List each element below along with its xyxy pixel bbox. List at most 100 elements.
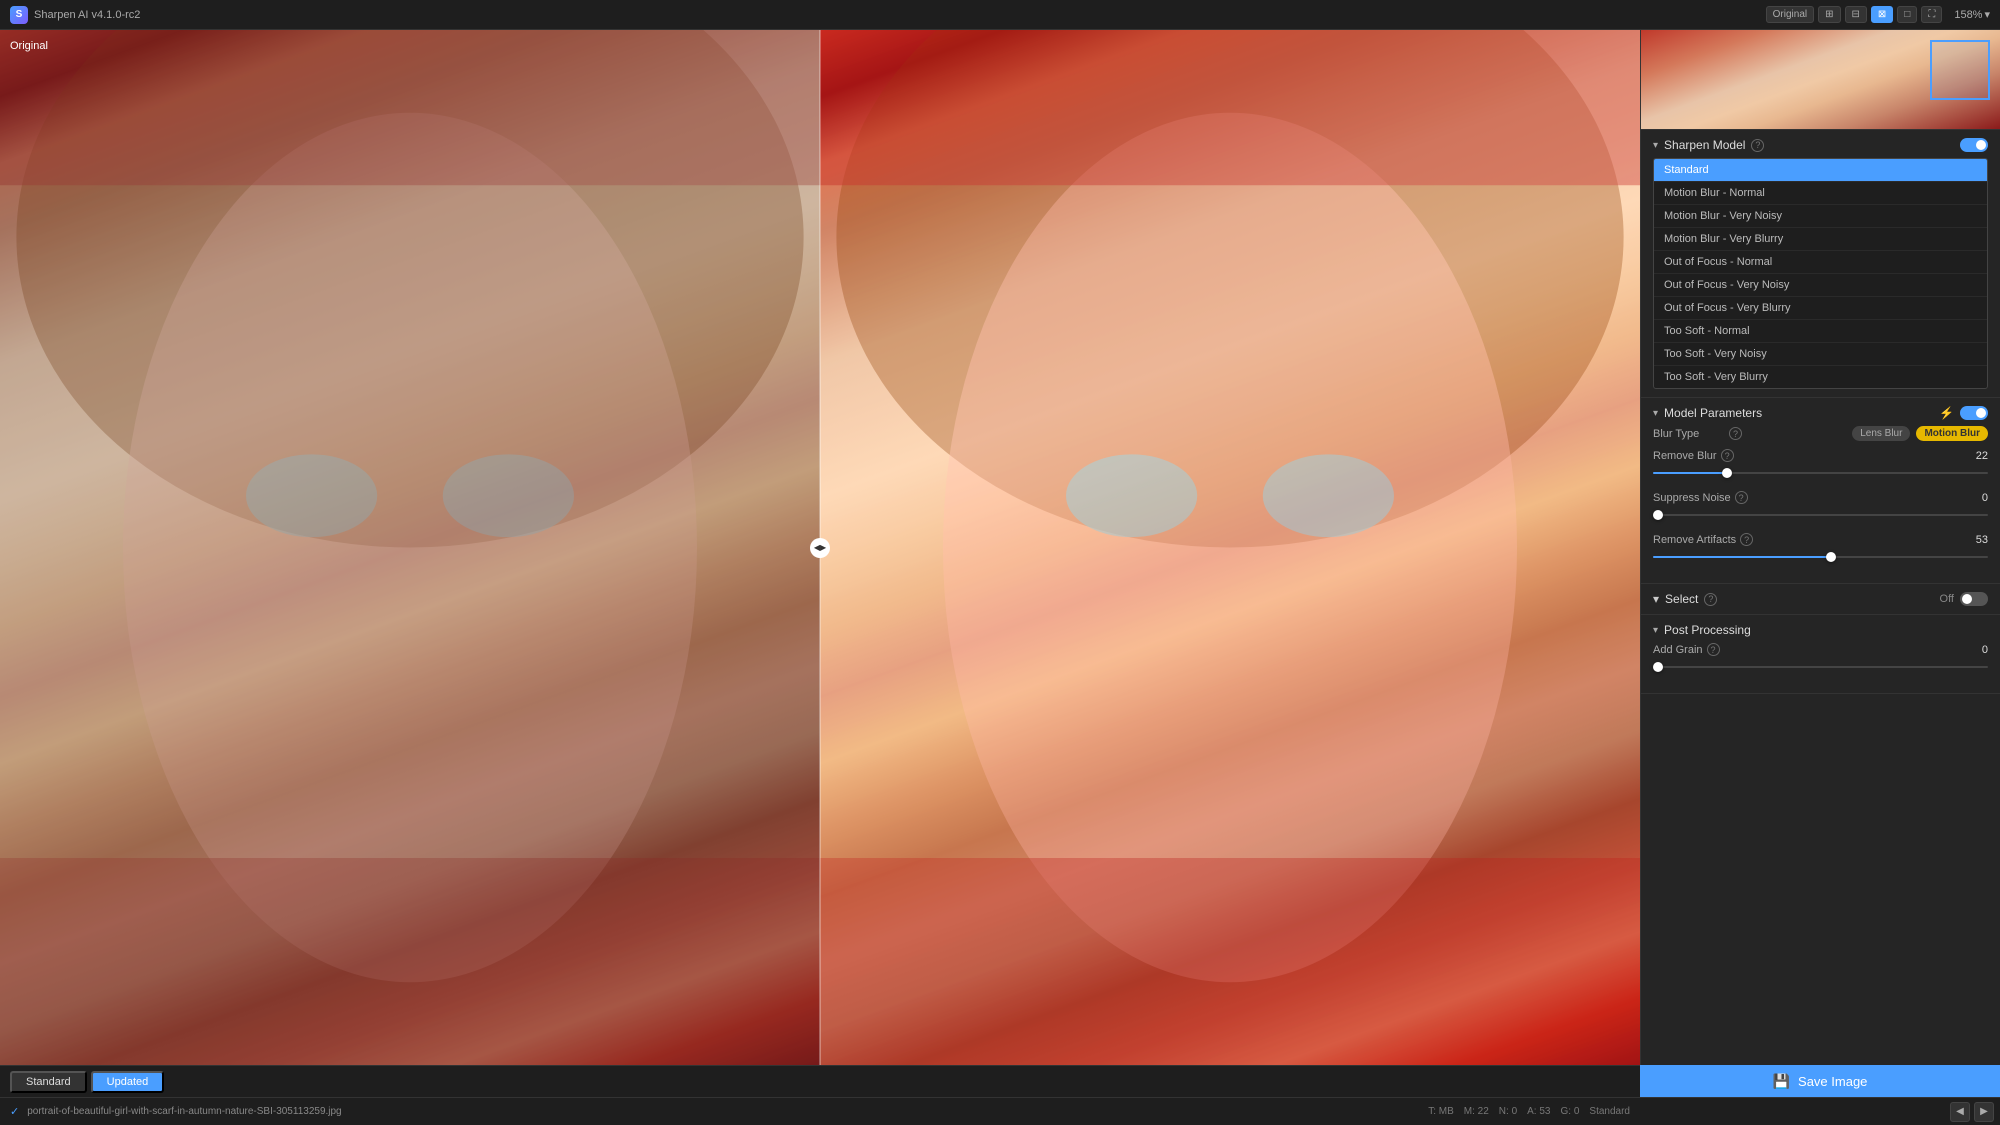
model-parameters-toggle[interactable] bbox=[1960, 406, 1988, 420]
select-toggle[interactable] bbox=[1960, 592, 1988, 606]
blur-type-label: Blur Type bbox=[1653, 428, 1723, 440]
suppress-noise-slider[interactable] bbox=[1653, 507, 1988, 523]
status-model: Standard bbox=[1589, 1106, 1630, 1117]
remove-blur-row: Remove Blur ? 22 bbox=[1653, 449, 1988, 481]
add-grain-slider[interactable] bbox=[1653, 659, 1988, 675]
model-list: Standard Motion Blur - Normal Motion Blu… bbox=[1653, 158, 1988, 389]
blur-type-row: Blur Type ? Lens Blur Motion Blur bbox=[1653, 426, 1988, 441]
nav-next-button[interactable]: ▶ bbox=[1974, 1102, 1994, 1122]
motion-blur-tag[interactable]: Motion Blur bbox=[1916, 426, 1988, 441]
status-n: N: 0 bbox=[1499, 1106, 1517, 1117]
split-handle[interactable]: ◀▶ bbox=[810, 538, 830, 558]
status-check-icon: ✓ bbox=[10, 1105, 19, 1118]
original-label: Original bbox=[10, 40, 48, 52]
model-params-collapse-icon: ▾ bbox=[1653, 408, 1658, 419]
model-item-out-focus-normal[interactable]: Out of Focus - Normal bbox=[1654, 251, 1987, 274]
model-parameters-section: ▾ Model Parameters ⚡ Blur Type ? Lens Bl… bbox=[1641, 398, 2000, 584]
app-icon: S bbox=[10, 6, 28, 24]
thumbnail-area bbox=[1641, 30, 2000, 130]
remove-artifacts-value: 53 bbox=[1976, 534, 1988, 546]
image-canvas: Original ◀▶ bbox=[0, 30, 1640, 1065]
status-a: A: 53 bbox=[1527, 1106, 1550, 1117]
sharpen-model-section: ▾ Sharpen Model ? Standard Motion Blur -… bbox=[1641, 130, 2000, 398]
post-processing-section: ▾ Post Processing Add Grain ? 0 bbox=[1641, 615, 2000, 694]
model-item-too-soft-very-noisy[interactable]: Too Soft - Very Noisy bbox=[1654, 343, 1987, 366]
view-grid1-button[interactable]: ⊞ bbox=[1818, 6, 1840, 23]
process-tab-row: Standard Updated bbox=[10, 1071, 164, 1093]
model-item-motion-blur-very-noisy[interactable]: Motion Blur - Very Noisy bbox=[1654, 205, 1987, 228]
save-icon: 💾 bbox=[1773, 1073, 1790, 1090]
remove-blur-label: Remove Blur bbox=[1653, 450, 1717, 462]
updated-tab-button[interactable]: Updated bbox=[91, 1071, 165, 1093]
remove-artifacts-label: Remove Artifacts bbox=[1653, 534, 1736, 546]
add-grain-help-icon[interactable]: ? bbox=[1707, 643, 1720, 656]
lightning-icon: ⚡ bbox=[1939, 406, 1954, 420]
model-parameters-title: Model Parameters bbox=[1664, 406, 1762, 420]
remove-artifacts-help-icon[interactable]: ? bbox=[1740, 533, 1753, 546]
select-title: Select bbox=[1665, 592, 1698, 606]
toolbar-icons: Original ⊞ ⊟ ⊠ □ ⛶ 158% ▾ bbox=[1766, 6, 1990, 23]
title-bar: S Sharpen AI v4.1.0-rc2 Original ⊞ ⊟ ⊠ □… bbox=[0, 0, 2000, 30]
nav-prev-button[interactable]: ◀ bbox=[1950, 1102, 1970, 1122]
select-status: Off bbox=[1940, 593, 1954, 605]
lens-blur-tag[interactable]: Lens Blur bbox=[1852, 426, 1910, 441]
remove-artifacts-slider[interactable] bbox=[1653, 549, 1988, 565]
status-m: M: 22 bbox=[1464, 1106, 1489, 1117]
suppress-noise-row: Suppress Noise ? 0 bbox=[1653, 491, 1988, 523]
view-grid2-button[interactable]: ⊟ bbox=[1845, 6, 1867, 23]
original-image-bg bbox=[0, 30, 820, 1065]
status-g: G: 0 bbox=[1561, 1106, 1580, 1117]
original-button[interactable]: Original bbox=[1766, 6, 1814, 23]
blur-type-help-icon[interactable]: ? bbox=[1729, 427, 1742, 440]
remove-blur-help-icon[interactable]: ? bbox=[1721, 449, 1734, 462]
enhanced-image-pane bbox=[820, 30, 1640, 1065]
save-area: 💾 Save Image bbox=[1640, 1065, 2000, 1097]
zoom-value: 158% bbox=[1954, 9, 1982, 21]
thumbnail-selector[interactable] bbox=[1930, 40, 1990, 100]
sharpen-model-help-icon[interactable]: ? bbox=[1751, 139, 1764, 152]
status-bar: ✓ portrait-of-beautiful-girl-with-scarf-… bbox=[0, 1097, 1640, 1125]
fullscreen-button[interactable]: ⛶ bbox=[1921, 6, 1942, 23]
select-section: ▾ Select ? Off bbox=[1641, 584, 2000, 615]
post-processing-title: Post Processing bbox=[1664, 623, 1751, 637]
suppress-noise-help-icon[interactable]: ? bbox=[1735, 491, 1748, 504]
model-item-too-soft-very-blurry[interactable]: Too Soft - Very Blurry bbox=[1654, 366, 1987, 388]
standard-tab-button[interactable]: Standard bbox=[10, 1071, 87, 1093]
add-grain-row: Add Grain ? 0 bbox=[1653, 643, 1988, 675]
remove-artifacts-row: Remove Artifacts ? 53 bbox=[1653, 533, 1988, 565]
suppress-noise-label: Suppress Noise bbox=[1653, 492, 1731, 504]
process-bar: Standard Updated bbox=[0, 1065, 1640, 1097]
sharpen-model-toggle[interactable] bbox=[1960, 138, 1988, 152]
main-image-area: Original ◀▶ bbox=[0, 30, 1640, 1065]
model-item-out-focus-very-noisy[interactable]: Out of Focus - Very Noisy bbox=[1654, 274, 1987, 297]
sharpen-model-title: Sharpen Model bbox=[1664, 138, 1745, 152]
post-processing-header[interactable]: ▾ Post Processing bbox=[1653, 623, 1988, 637]
post-proc-collapse-icon: ▾ bbox=[1653, 625, 1658, 636]
status-filename: portrait-of-beautiful-girl-with-scarf-in… bbox=[27, 1106, 1420, 1117]
view-sidebyside-button[interactable]: ⊠ bbox=[1871, 6, 1893, 23]
view-box-button[interactable]: □ bbox=[1897, 6, 1917, 23]
save-label: Save Image bbox=[1798, 1074, 1867, 1089]
zoom-display: 158% ▾ bbox=[1954, 8, 1990, 21]
model-item-standard[interactable]: Standard bbox=[1654, 159, 1987, 182]
right-panel: ▾ Sharpen Model ? Standard Motion Blur -… bbox=[1640, 30, 2000, 1125]
remove-blur-slider[interactable] bbox=[1653, 465, 1988, 481]
select-help-icon[interactable]: ? bbox=[1704, 593, 1717, 606]
sharpen-model-header[interactable]: ▾ Sharpen Model ? bbox=[1653, 138, 1988, 152]
status-meta: T: MB M: 22 N: 0 A: 53 G: 0 Standard bbox=[1428, 1106, 1630, 1117]
enhanced-image-bg bbox=[820, 30, 1640, 1065]
model-item-motion-blur-very-blurry[interactable]: Motion Blur - Very Blurry bbox=[1654, 228, 1987, 251]
collapse-icon: ▾ bbox=[1653, 140, 1658, 151]
status-t: T: MB bbox=[1428, 1106, 1454, 1117]
model-item-motion-blur-normal[interactable]: Motion Blur - Normal bbox=[1654, 182, 1987, 205]
add-grain-value: 0 bbox=[1982, 644, 1988, 656]
original-image-pane: Original bbox=[0, 30, 820, 1065]
save-image-button[interactable]: 💾 Save Image bbox=[1640, 1065, 2000, 1097]
model-item-too-soft-normal[interactable]: Too Soft - Normal bbox=[1654, 320, 1987, 343]
model-item-out-focus-very-blurry[interactable]: Out of Focus - Very Blurry bbox=[1654, 297, 1987, 320]
select-collapse-icon: ▾ bbox=[1653, 592, 1659, 606]
bottom-right-nav: ◀ ▶ bbox=[1640, 1097, 2000, 1125]
remove-blur-value: 22 bbox=[1976, 450, 1988, 462]
zoom-chevron-icon[interactable]: ▾ bbox=[1984, 8, 1990, 21]
model-parameters-header[interactable]: ▾ Model Parameters ⚡ bbox=[1653, 406, 1988, 420]
